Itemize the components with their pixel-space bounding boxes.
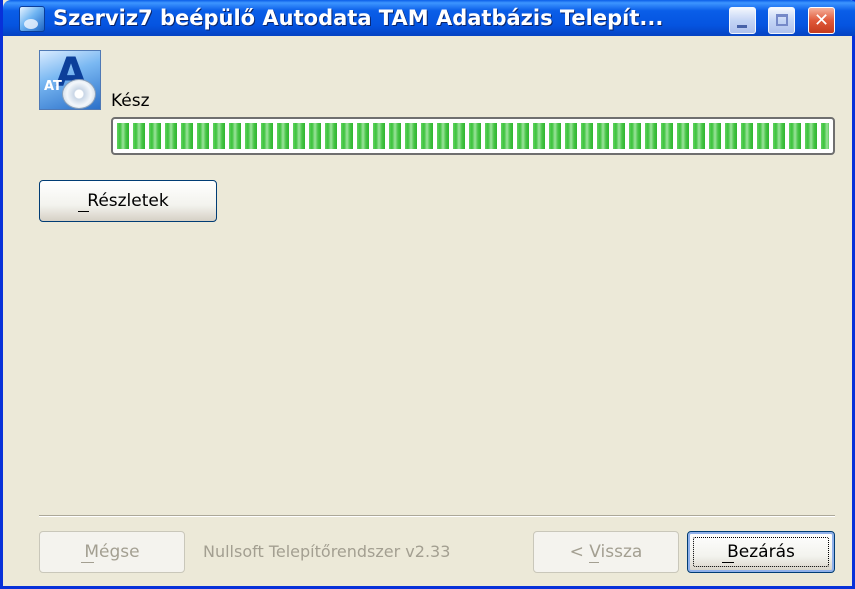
maximize-button[interactable] [768,7,795,34]
status-label: Kész [111,91,150,111]
close-window-button[interactable]: ✕ [808,7,835,34]
close-button-label: Bezárás [727,542,795,562]
installer-app-icon[interactable] [19,6,45,32]
minimize-button[interactable] [729,7,756,34]
separator [39,515,835,517]
cancel-button[interactable]: Mégse [39,531,185,573]
maximize-icon [776,14,788,26]
close-button[interactable]: Bezárás [687,531,835,573]
progress-fill [117,123,829,149]
close-icon: ✕ [813,10,830,31]
back-button[interactable]: < Vissza [533,531,679,573]
autodata-disc-icon: A AT [39,50,101,110]
progress-bar [111,117,835,155]
minimize-icon [737,25,747,28]
branding-text: Nullsoft Telepítőrendszer v2.33 [203,542,451,561]
details-button[interactable]: Részletek [39,180,217,222]
installer-window: Szerviz7 beépülő Autodata TAM Adatbázis … [0,0,855,589]
window-title: Szerviz7 beépülő Autodata TAM Adatbázis … [53,6,664,30]
title-bar[interactable]: Szerviz7 beépülő Autodata TAM Adatbázis … [3,0,855,36]
